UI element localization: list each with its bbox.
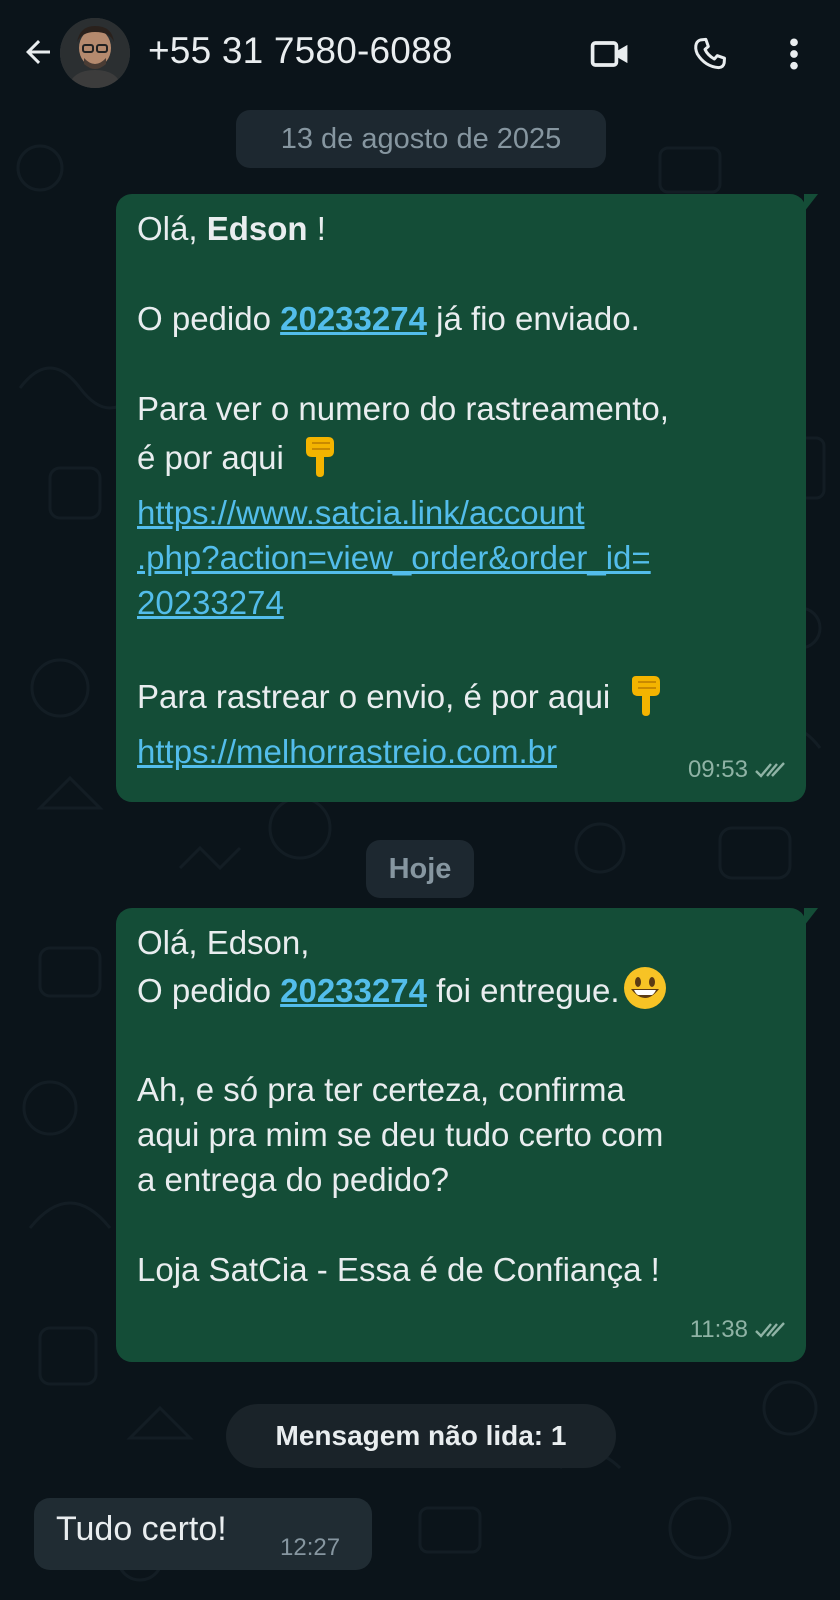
confirm-line: Ah, e só pra ter certeza, confirma [137, 1071, 625, 1108]
greeting-suffix: ! [307, 210, 326, 247]
pointing-down-emoji-icon [628, 670, 668, 729]
message-meta: 09:53 [688, 747, 788, 792]
greeting-prefix: Olá, [137, 210, 207, 247]
order-link-line[interactable]: 20233274 [137, 580, 786, 625]
order-line: O pedido 20233274 já fio enviado. [137, 296, 786, 341]
chat-header: +55 31 7580-6088 [0, 0, 840, 108]
outgoing-message[interactable]: Olá, Edson, O pedido 20233274 foi entreg… [116, 908, 818, 1362]
double-check-icon [755, 761, 785, 778]
message-meta: 11:38 [690, 1307, 788, 1352]
outgoing-message[interactable]: Olá, Edson ! O pedido 20233274 já fio en… [116, 194, 818, 802]
order-suffix: foi entregue. [426, 972, 620, 1010]
phone-icon [694, 37, 726, 70]
order-line: O pedido 20233274 foi entregue. [137, 965, 786, 1022]
order-link-line[interactable]: https://www.satcia.link/account [137, 490, 786, 535]
video-camera-icon [590, 41, 628, 67]
pointing-down-emoji-icon [302, 431, 342, 490]
order-prefix: O pedido [137, 300, 281, 337]
arrow-left-icon [26, 40, 50, 64]
incoming-message[interactable]: Tudo certo! 12:27 [34, 1498, 372, 1570]
grinning-emoji-icon [622, 965, 668, 1022]
back-button[interactable] [16, 30, 60, 74]
shipping-line: Para rastrear o envio, é por aqui [137, 670, 786, 729]
order-prefix: O pedido [137, 972, 281, 1010]
avatar[interactable] [60, 18, 130, 88]
message-time: 09:53 [687, 756, 748, 783]
message-time: 11:38 [689, 1316, 748, 1343]
order-link-line[interactable]: .php?action=view_order&order_id= [137, 535, 786, 580]
order-suffix: já fio enviado. [426, 300, 640, 337]
signature-line: Loja SatCia - Essa é de Confiança ! [137, 1251, 660, 1288]
greeting-line: Olá, Edson ! [137, 206, 786, 251]
vertical-dots-icon [790, 38, 798, 70]
video-call-button[interactable] [586, 30, 634, 78]
voice-call-button[interactable] [686, 30, 734, 78]
date-separator: Hoje [366, 840, 474, 898]
date-separator: 13 de agosto de 2025 [236, 110, 606, 168]
order-number-link[interactable]: 20233274 [280, 972, 427, 1009]
message-time: 12:27 [280, 1534, 341, 1561]
order-number-link[interactable]: 20233274 [280, 300, 427, 337]
tracking-text: é por aqui [137, 439, 284, 477]
shipping-text: Para rastrear o envio, é por aqui [137, 678, 611, 716]
message-text: Tudo certo! [56, 1510, 227, 1548]
avatar-photo [60, 18, 130, 88]
tracking-line: Para ver o numero do rastreamento, [137, 390, 669, 427]
chat-area[interactable]: 13 de agosto de 2025 Olá, Edson ! O pedi… [0, 108, 840, 1600]
tracking-line: é por aqui [137, 431, 786, 490]
greeting-line: Olá, Edson, [137, 924, 310, 961]
contact-name[interactable]: +55 31 7580-6088 [148, 30, 453, 72]
unread-banner: Mensagem não lida: 1 [226, 1404, 616, 1468]
confirm-line: a entrega do pedido? [137, 1161, 449, 1198]
greeting-name: Edson [206, 210, 308, 247]
confirm-line: aqui pra mim se deu tudo certo com [137, 1116, 664, 1153]
menu-button[interactable] [770, 30, 818, 78]
double-check-icon [755, 1321, 785, 1338]
